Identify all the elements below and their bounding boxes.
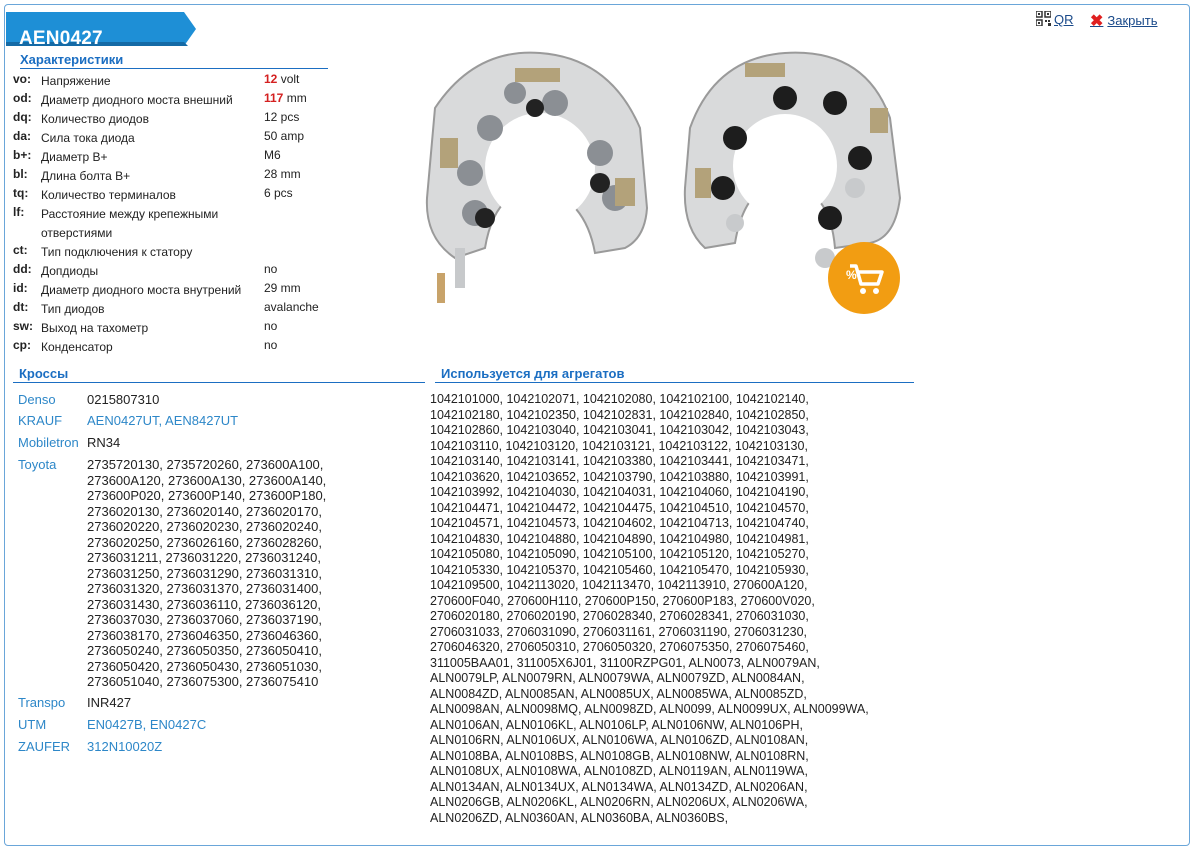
spec-row: cp: Конденсатор no: [13, 338, 333, 357]
spec-value-text: 12 pcs: [264, 110, 300, 124]
spec-code: bl:: [13, 167, 28, 181]
spec-name: Диаметр диодного моста внутрений: [41, 283, 242, 297]
spec-value-unit: mm: [283, 91, 307, 105]
cross-brand[interactable]: Denso: [18, 392, 56, 407]
spec-value-number: 12: [264, 72, 278, 86]
spec-row: lf: Расстояние между крепежными отверстия…: [13, 205, 333, 243]
cross-numbers[interactable]: AEN0427UT, AEN8427UT: [87, 413, 387, 429]
spec-row: vo: Напряжение 12 volt: [13, 72, 333, 91]
spec-code: ct:: [13, 243, 28, 257]
cross-numbers: RN34: [87, 435, 121, 450]
add-to-cart-button[interactable]: %: [828, 242, 900, 314]
spec-row: id: Диаметр диодного моста внутрений 29 mm: [13, 281, 333, 300]
product-code-title: AEN0427: [19, 28, 103, 49]
spec-row: ct: Тип подключения к статору: [13, 243, 333, 262]
qr-link[interactable]: QR: [1036, 11, 1074, 27]
spec-value: 12 pcs: [264, 110, 299, 124]
spec-value: no: [264, 338, 277, 352]
spec-code: vo:: [13, 72, 31, 86]
spec-value-text: M6: [264, 148, 281, 162]
close-icon: ✖: [1090, 13, 1104, 30]
qr-code-icon: [1036, 11, 1051, 26]
spec-name: Напряжение: [41, 74, 111, 88]
close-link-label: Закрыть: [1107, 13, 1158, 28]
spec-value-text: 28 mm: [264, 167, 301, 181]
cross-numbers: INR427: [87, 695, 132, 710]
spec-code: da:: [13, 129, 31, 143]
add-to-cart-icon: %: [846, 264, 884, 294]
specs-section-title: Характеристики: [20, 52, 328, 69]
spec-row: dt: Тип диодов avalanche: [13, 300, 333, 319]
spec-name: Сила тока диода: [41, 131, 135, 145]
spec-value: 117 mm: [264, 91, 307, 105]
cross-brand[interactable]: Transpo: [18, 695, 65, 710]
cross-numbers[interactable]: EN0427B, EN0427C: [87, 717, 387, 733]
cross-brand[interactable]: UTM: [18, 717, 46, 732]
svg-text:%: %: [846, 268, 857, 282]
qr-link-label: QR: [1054, 12, 1074, 27]
spec-value: M6: [264, 148, 281, 162]
spec-row: sw: Выход на тахометр no: [13, 319, 333, 338]
spec-value: no: [264, 319, 277, 333]
spec-name: Длина болта B+: [41, 169, 131, 183]
spec-value: 29 mm: [264, 281, 301, 295]
spec-value-text: avalanche: [264, 300, 319, 314]
spec-name: Допдиоды: [41, 264, 99, 278]
cross-brand[interactable]: ZAUFER: [18, 739, 70, 754]
spec-code: b+:: [13, 148, 32, 162]
spec-name: Конденсатор: [41, 340, 113, 354]
spec-name: Диаметр B+: [41, 150, 108, 164]
cross-numbers: 2735720130, 2735720260, 273600A100, 2736…: [87, 457, 327, 689]
spec-code: dd:: [13, 262, 32, 276]
close-link[interactable]: ✖ Закрыть: [1090, 11, 1157, 31]
spec-name: Диаметр диодного моста внешний: [41, 93, 233, 107]
applications-list: 1042101000, 1042102071, 1042102080, 1042…: [430, 392, 869, 825]
spec-value: avalanche: [264, 300, 319, 314]
spec-name: Тип подключения к статору: [41, 245, 193, 259]
cross-numbers[interactable]: 312N10020Z: [87, 739, 387, 755]
spec-row: od: Диаметр диодного моста внешний 117 mm: [13, 91, 333, 110]
spec-name: Количество терминалов: [41, 188, 176, 202]
apps-section-title: Используется для агрегатов: [435, 366, 914, 383]
product-photo-front[interactable]: [415, 48, 655, 308]
spec-row: dq: Количество диодов 12 pcs: [13, 110, 333, 129]
spec-row: da: Сила тока диода 50 amp: [13, 129, 333, 148]
spec-code: lf:: [13, 205, 25, 219]
spec-value: 28 mm: [264, 167, 301, 181]
spec-value-text: 6 pcs: [264, 186, 293, 200]
cross-brand[interactable]: KRAUF: [18, 413, 62, 428]
spec-code: tq:: [13, 186, 29, 200]
spec-value: no: [264, 262, 277, 276]
cross-brand[interactable]: Toyota: [18, 457, 56, 472]
spec-name: Выход на тахометр: [41, 321, 149, 335]
spec-name: Количество диодов: [41, 112, 149, 126]
spec-value-text: no: [264, 319, 278, 333]
spec-code: cp:: [13, 338, 31, 352]
cross-numbers: 0215807310: [87, 392, 160, 407]
spec-row: b+: Диаметр B+ M6: [13, 148, 333, 167]
spec-name: Расстояние между крепежными отверстиями: [41, 207, 219, 240]
spec-code: od:: [13, 91, 32, 105]
spec-value: 50 amp: [264, 129, 304, 143]
title-tab: AEN0427: [6, 12, 196, 49]
spec-value-number: 117: [264, 91, 284, 105]
spec-value-text: 29 mm: [264, 281, 301, 295]
spec-code: sw:: [13, 319, 34, 333]
crosses-section-title: Кроссы: [13, 366, 425, 383]
spec-name: Тип диодов: [41, 302, 105, 316]
cross-brand[interactable]: Mobiletron: [18, 435, 79, 450]
spec-row: bl: Длина болта B+ 28 mm: [13, 167, 333, 186]
spec-value-unit: volt: [277, 72, 300, 86]
spec-value-text: no: [264, 338, 278, 352]
spec-code: dq:: [13, 110, 32, 124]
spec-row: dd: Допдиоды no: [13, 262, 333, 281]
spec-value-text: 50 amp: [264, 129, 305, 143]
spec-value: 6 pcs: [264, 186, 293, 200]
spec-value: 12 volt: [264, 72, 299, 86]
spec-code: id:: [13, 281, 28, 295]
spec-value-text: no: [264, 262, 278, 276]
spec-row: tq: Количество терминалов 6 pcs: [13, 186, 333, 205]
spec-code: dt:: [13, 300, 29, 314]
